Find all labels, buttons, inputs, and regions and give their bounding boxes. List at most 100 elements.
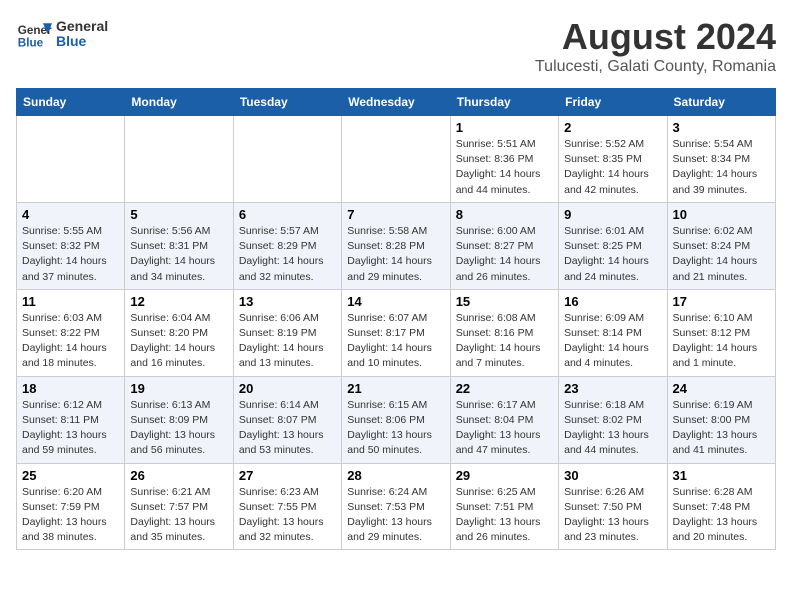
- day-info: Sunrise: 5:52 AM Sunset: 8:35 PM Dayligh…: [564, 137, 661, 198]
- day-info: Sunrise: 6:28 AM Sunset: 7:48 PM Dayligh…: [673, 485, 770, 546]
- day-cell: 16 Sunrise: 6:09 AM Sunset: 8:14 PM Dayli…: [559, 289, 667, 376]
- day-info: Sunrise: 5:54 AM Sunset: 8:34 PM Dayligh…: [673, 137, 770, 198]
- day-cell: 15Sunrise: 6:08 AM Sunset: 8:16 PM Dayli…: [450, 289, 558, 376]
- col-header-wednesday: Wednesday: [342, 89, 450, 116]
- day-info: Sunrise: 6:20 AM Sunset: 7:59 PM Dayligh…: [22, 485, 119, 546]
- day-cell: 29Sunrise: 6:25 AM Sunset: 7:51 PM Dayli…: [450, 463, 558, 550]
- calendar-header-row: SundayMondayTuesdayWednesdayThursdayFrid…: [17, 89, 776, 116]
- day-cell: [125, 116, 233, 203]
- day-info: Sunrise: 6:26 AM Sunset: 7:50 PM Dayligh…: [564, 485, 661, 546]
- svg-text:Blue: Blue: [18, 37, 44, 50]
- calendar-table: SundayMondayTuesdayWednesdayThursdayFrid…: [16, 88, 776, 550]
- day-cell: 2 Sunrise: 5:52 AM Sunset: 8:35 PM Daylig…: [559, 116, 667, 203]
- logo-line2: Blue: [56, 34, 108, 49]
- day-number: 3: [673, 120, 770, 135]
- day-number: 24: [673, 381, 770, 396]
- day-number: 28: [347, 468, 444, 483]
- page-title: August 2024: [535, 16, 776, 58]
- day-info: Sunrise: 6:13 AM Sunset: 8:09 PM Dayligh…: [130, 398, 227, 459]
- day-cell: 24 Sunrise: 6:19 AM Sunset: 8:00 PM Dayli…: [667, 376, 775, 463]
- day-info: Sunrise: 6:03 AM Sunset: 8:22 PM Dayligh…: [22, 311, 119, 372]
- day-number: 11: [22, 294, 119, 309]
- week-row-5: 25 Sunrise: 6:20 AM Sunset: 7:59 PM Dayli…: [17, 463, 776, 550]
- day-info: Sunrise: 6:14 AM Sunset: 8:07 PM Dayligh…: [239, 398, 336, 459]
- day-number: 30: [564, 468, 661, 483]
- title-area: August 2024 Tulucesti, Galati County, Ro…: [535, 16, 776, 76]
- day-cell: 4 Sunrise: 5:55 AM Sunset: 8:32 PM Daylig…: [17, 202, 125, 289]
- day-number: 7: [347, 207, 444, 222]
- day-cell: 11 Sunrise: 6:03 AM Sunset: 8:22 PM Dayli…: [17, 289, 125, 376]
- day-cell: 3 Sunrise: 5:54 AM Sunset: 8:34 PM Daylig…: [667, 116, 775, 203]
- day-number: 22: [456, 381, 553, 396]
- day-cell: [233, 116, 341, 203]
- day-cell: 27 Sunrise: 6:23 AM Sunset: 7:55 PM Dayli…: [233, 463, 341, 550]
- day-number: 14: [347, 294, 444, 309]
- day-cell: 14Sunrise: 6:07 AM Sunset: 8:17 PM Dayli…: [342, 289, 450, 376]
- col-header-thursday: Thursday: [450, 89, 558, 116]
- day-cell: 20 Sunrise: 6:14 AM Sunset: 8:07 PM Dayli…: [233, 376, 341, 463]
- day-number: 26: [130, 468, 227, 483]
- col-header-friday: Friday: [559, 89, 667, 116]
- day-number: 2: [564, 120, 661, 135]
- day-info: Sunrise: 6:25 AM Sunset: 7:51 PM Dayligh…: [456, 485, 553, 546]
- day-info: Sunrise: 6:06 AM Sunset: 8:19 PM Dayligh…: [239, 311, 336, 372]
- day-info: Sunrise: 6:15 AM Sunset: 8:06 PM Dayligh…: [347, 398, 444, 459]
- logo-line1: General: [56, 19, 108, 34]
- page-subtitle: Tulucesti, Galati County, Romania: [535, 58, 776, 76]
- day-number: 23: [564, 381, 661, 396]
- day-number: 25: [22, 468, 119, 483]
- day-info: Sunrise: 6:24 AM Sunset: 7:53 PM Dayligh…: [347, 485, 444, 546]
- day-info: Sunrise: 5:55 AM Sunset: 8:32 PM Dayligh…: [22, 224, 119, 285]
- day-info: Sunrise: 6:00 AM Sunset: 8:27 PM Dayligh…: [456, 224, 553, 285]
- day-number: 17: [673, 294, 770, 309]
- day-info: Sunrise: 6:18 AM Sunset: 8:02 PM Dayligh…: [564, 398, 661, 459]
- day-info: Sunrise: 5:58 AM Sunset: 8:28 PM Dayligh…: [347, 224, 444, 285]
- day-number: 19: [130, 381, 227, 396]
- logo-icon: General Blue: [16, 16, 52, 52]
- day-number: 5: [130, 207, 227, 222]
- day-info: Sunrise: 6:12 AM Sunset: 8:11 PM Dayligh…: [22, 398, 119, 459]
- day-info: Sunrise: 6:23 AM Sunset: 7:55 PM Dayligh…: [239, 485, 336, 546]
- day-number: 16: [564, 294, 661, 309]
- day-cell: 17 Sunrise: 6:10 AM Sunset: 8:12 PM Dayli…: [667, 289, 775, 376]
- day-info: Sunrise: 5:56 AM Sunset: 8:31 PM Dayligh…: [130, 224, 227, 285]
- day-cell: 23 Sunrise: 6:18 AM Sunset: 8:02 PM Dayli…: [559, 376, 667, 463]
- day-cell: 8 Sunrise: 6:00 AM Sunset: 8:27 PM Daylig…: [450, 202, 558, 289]
- day-cell: 9Sunrise: 6:01 AM Sunset: 8:25 PM Daylig…: [559, 202, 667, 289]
- col-header-tuesday: Tuesday: [233, 89, 341, 116]
- day-number: 18: [22, 381, 119, 396]
- day-cell: 18 Sunrise: 6:12 AM Sunset: 8:11 PM Dayli…: [17, 376, 125, 463]
- day-number: 8: [456, 207, 553, 222]
- day-cell: 28 Sunrise: 6:24 AM Sunset: 7:53 PM Dayli…: [342, 463, 450, 550]
- day-cell: 13 Sunrise: 6:06 AM Sunset: 8:19 PM Dayli…: [233, 289, 341, 376]
- day-number: 13: [239, 294, 336, 309]
- day-cell: 7 Sunrise: 5:58 AM Sunset: 8:28 PM Daylig…: [342, 202, 450, 289]
- day-number: 1: [456, 120, 553, 135]
- day-info: Sunrise: 6:19 AM Sunset: 8:00 PM Dayligh…: [673, 398, 770, 459]
- col-header-saturday: Saturday: [667, 89, 775, 116]
- day-cell: 30 Sunrise: 6:26 AM Sunset: 7:50 PM Dayli…: [559, 463, 667, 550]
- day-info: Sunrise: 5:51 AM Sunset: 8:36 PM Dayligh…: [456, 137, 553, 198]
- day-info: Sunrise: 6:10 AM Sunset: 8:12 PM Dayligh…: [673, 311, 770, 372]
- day-cell: 1 Sunrise: 5:51 AM Sunset: 8:36 PM Daylig…: [450, 116, 558, 203]
- week-row-4: 18 Sunrise: 6:12 AM Sunset: 8:11 PM Dayli…: [17, 376, 776, 463]
- header: General Blue General Blue August 2024 Tu…: [16, 16, 776, 76]
- calendar-body: 1 Sunrise: 5:51 AM Sunset: 8:36 PM Daylig…: [17, 116, 776, 550]
- day-cell: 26Sunrise: 6:21 AM Sunset: 7:57 PM Dayli…: [125, 463, 233, 550]
- day-number: 27: [239, 468, 336, 483]
- day-number: 4: [22, 207, 119, 222]
- day-cell: 25 Sunrise: 6:20 AM Sunset: 7:59 PM Dayli…: [17, 463, 125, 550]
- week-row-1: 1 Sunrise: 5:51 AM Sunset: 8:36 PM Daylig…: [17, 116, 776, 203]
- day-number: 15: [456, 294, 553, 309]
- day-cell: 22Sunrise: 6:17 AM Sunset: 8:04 PM Dayli…: [450, 376, 558, 463]
- week-row-2: 4 Sunrise: 5:55 AM Sunset: 8:32 PM Daylig…: [17, 202, 776, 289]
- day-cell: 10Sunrise: 6:02 AM Sunset: 8:24 PM Dayli…: [667, 202, 775, 289]
- day-number: 20: [239, 381, 336, 396]
- day-cell: 12Sunrise: 6:04 AM Sunset: 8:20 PM Dayli…: [125, 289, 233, 376]
- day-number: 6: [239, 207, 336, 222]
- day-cell: 31Sunrise: 6:28 AM Sunset: 7:48 PM Dayli…: [667, 463, 775, 550]
- day-info: Sunrise: 6:01 AM Sunset: 8:25 PM Dayligh…: [564, 224, 661, 285]
- day-cell: 6Sunrise: 5:57 AM Sunset: 8:29 PM Daylig…: [233, 202, 341, 289]
- day-info: Sunrise: 6:09 AM Sunset: 8:14 PM Dayligh…: [564, 311, 661, 372]
- day-number: 10: [673, 207, 770, 222]
